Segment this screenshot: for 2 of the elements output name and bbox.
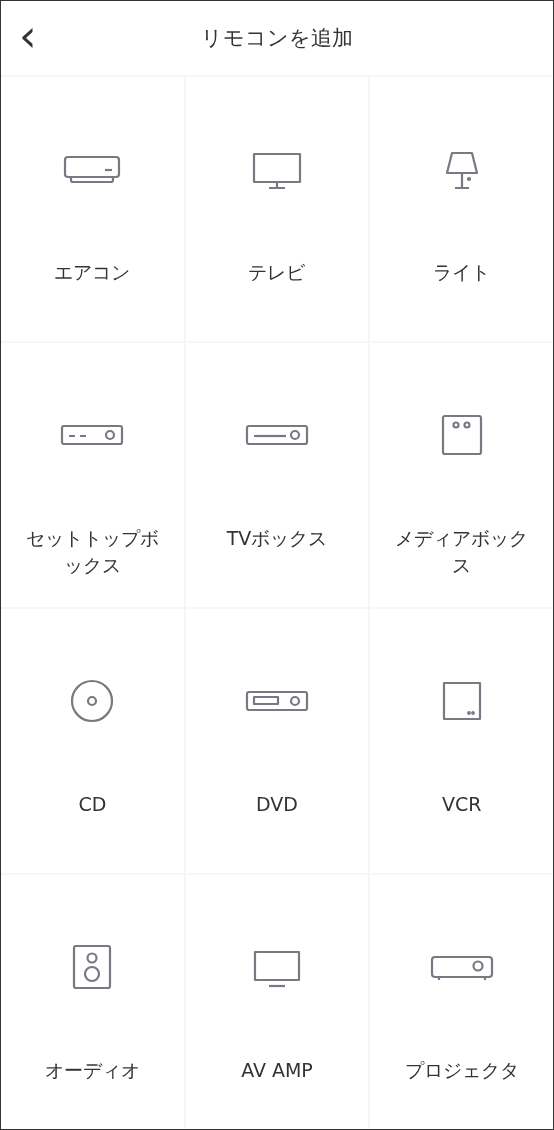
back-button[interactable]: ‹ — [15, 21, 41, 51]
screen-title: リモコンを追加 — [201, 25, 353, 52]
